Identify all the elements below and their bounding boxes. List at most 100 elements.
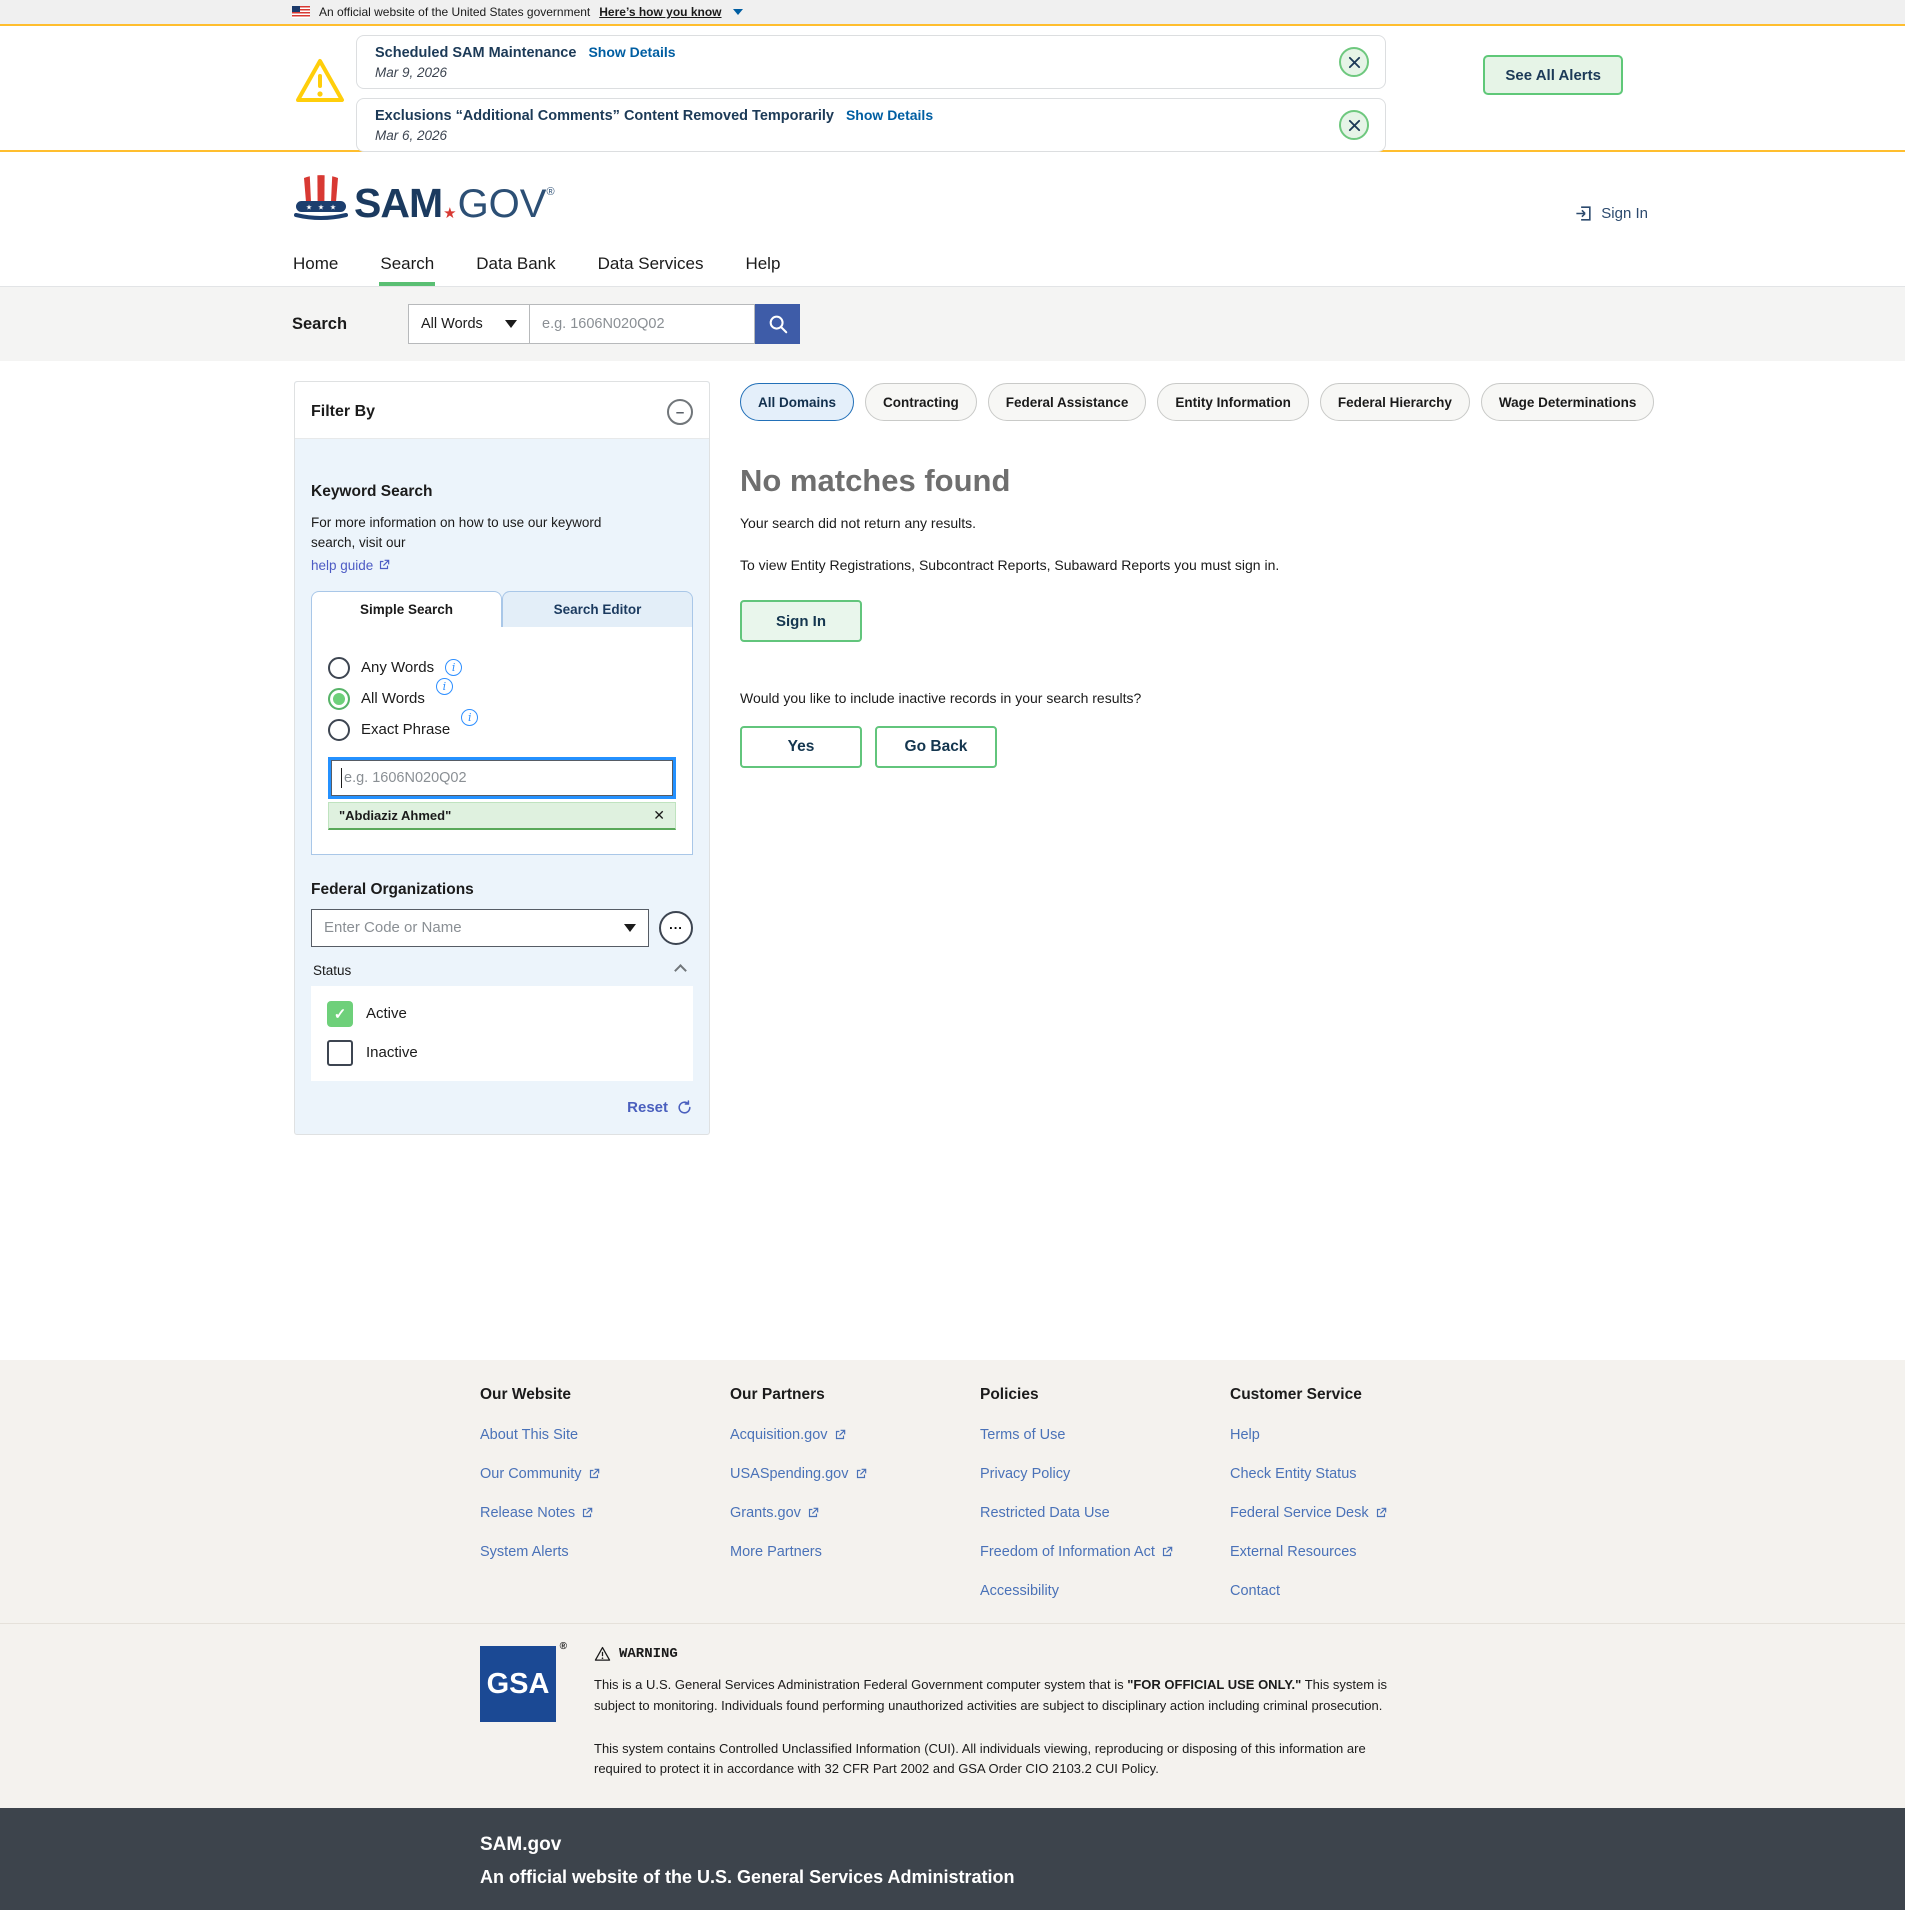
site-header: ★★★ SAM ★ GOV ® Sign In bbox=[0, 152, 1905, 245]
keyword-chip: "Abdiaziz Ahmed" ✕ bbox=[328, 802, 676, 830]
footer-link-label: Acquisition.gov bbox=[730, 1427, 828, 1443]
keyword-chip-label: "Abdiaziz Ahmed" bbox=[339, 808, 451, 823]
footer-link-usaspending-gov[interactable]: USASpending.gov bbox=[730, 1466, 980, 1482]
footer-link-more-partners[interactable]: More Partners bbox=[730, 1544, 980, 1560]
alert-close-button[interactable] bbox=[1339, 110, 1369, 140]
federal-orgs-more-button[interactable]: ... bbox=[659, 911, 693, 945]
domain-tab-entity-information[interactable]: Entity Information bbox=[1157, 383, 1309, 421]
domain-tab-federal-hierarchy[interactable]: Federal Hierarchy bbox=[1320, 383, 1470, 421]
alert-date: Mar 6, 2026 bbox=[375, 128, 1325, 143]
footer-warning-section: GSA ® WARNING This is a U.S. General Ser… bbox=[0, 1623, 1905, 1808]
simple-search-panel: Any WordsiAll WordsiExact Phrasei e.g. 1… bbox=[311, 627, 693, 855]
radio-row-exact-phrase: Exact Phrasei bbox=[328, 719, 676, 741]
footer-link-label: Grants.gov bbox=[730, 1505, 801, 1521]
footer-links: Our Website About This Site Our Community R… bbox=[0, 1360, 1905, 1623]
chip-remove-icon[interactable]: ✕ bbox=[653, 807, 665, 824]
nav-item-data-services[interactable]: Data Services bbox=[597, 245, 705, 286]
see-all-alerts-button[interactable]: See All Alerts bbox=[1483, 55, 1623, 95]
footer-link-label: Help bbox=[1230, 1427, 1260, 1443]
external-link-icon bbox=[1374, 1506, 1388, 1520]
domain-tab-federal-assistance[interactable]: Federal Assistance bbox=[988, 383, 1147, 421]
footer-column-policies: PoliciesTerms of UsePrivacy PolicyRestri… bbox=[980, 1376, 1230, 1599]
radio-label-all-words: All Words bbox=[361, 690, 425, 707]
warning-triangle-icon bbox=[294, 56, 346, 106]
nav-item-search[interactable]: Search bbox=[379, 245, 435, 286]
info-icon[interactable]: i bbox=[445, 659, 462, 676]
svg-text:★: ★ bbox=[330, 204, 336, 212]
gov-banner: An official website of the United States… bbox=[0, 0, 1905, 24]
info-icon[interactable]: i bbox=[436, 678, 453, 695]
help-guide-link[interactable]: help guide bbox=[311, 558, 391, 573]
footer-link-external-resources[interactable]: External Resources bbox=[1230, 1544, 1480, 1560]
footer-link-label: Privacy Policy bbox=[980, 1466, 1070, 1482]
footer-link-check-entity-status[interactable]: Check Entity Status bbox=[1230, 1466, 1480, 1482]
domain-tab-all-domains[interactable]: All Domains bbox=[740, 383, 854, 421]
radio-row-all-words: All Wordsi bbox=[328, 688, 676, 710]
alert-list: Scheduled SAM MaintenanceShow DetailsMar… bbox=[356, 35, 1386, 152]
how-you-know-link[interactable]: Here’s how you know bbox=[599, 5, 721, 19]
footer-link-privacy-policy[interactable]: Privacy Policy bbox=[980, 1466, 1230, 1482]
status-option-inactive: Inactive bbox=[327, 1040, 677, 1066]
footer-link-restricted-data-use[interactable]: Restricted Data Use bbox=[980, 1505, 1230, 1521]
alert-date: Mar 9, 2026 bbox=[375, 65, 1325, 80]
go-back-button[interactable]: Go Back bbox=[875, 726, 997, 768]
keyword-tabs: Simple SearchSearch Editor bbox=[311, 591, 693, 627]
chevron-up-icon[interactable] bbox=[674, 964, 687, 977]
footer-link-label: Terms of Use bbox=[980, 1427, 1065, 1443]
alert-close-button[interactable] bbox=[1339, 47, 1369, 77]
footer-link-our-community[interactable]: Our Community bbox=[480, 1466, 730, 1482]
gsa-logo: GSA ® bbox=[480, 1646, 556, 1722]
footer-link-contact[interactable]: Contact bbox=[1230, 1583, 1480, 1599]
svg-text:★: ★ bbox=[318, 204, 324, 212]
domain-tab-wage-determinations[interactable]: Wage Determinations bbox=[1481, 383, 1655, 421]
checkbox-inactive[interactable] bbox=[327, 1040, 353, 1066]
reset-filters-link[interactable]: Reset bbox=[311, 1099, 693, 1116]
collapse-filters-button[interactable]: – bbox=[667, 399, 693, 425]
footer-link-label: Our Community bbox=[480, 1466, 582, 1482]
search-submit-button[interactable] bbox=[755, 304, 800, 344]
external-link-icon bbox=[833, 1428, 847, 1442]
sam-gov-logo[interactable]: ★★★ SAM ★ GOV ® bbox=[292, 172, 555, 224]
keyword-input[interactable]: e.g. 1606N020Q02 bbox=[328, 757, 676, 799]
footer-link-acquisition-gov[interactable]: Acquisition.gov bbox=[730, 1427, 980, 1443]
keyword-input-placeholder: e.g. 1606N020Q02 bbox=[344, 770, 467, 786]
footer-link-federal-service-desk[interactable]: Federal Service Desk bbox=[1230, 1505, 1480, 1521]
tab-simple-search[interactable]: Simple Search bbox=[311, 591, 502, 627]
footer-link-release-notes[interactable]: Release Notes bbox=[480, 1505, 730, 1521]
radio-all-words[interactable] bbox=[328, 688, 350, 710]
sign-in-button[interactable]: Sign In bbox=[740, 600, 862, 642]
nav-item-home[interactable]: Home bbox=[292, 245, 339, 286]
fouo-bold-text: "FOR OFFICIAL USE ONLY." bbox=[1127, 1677, 1301, 1692]
footer-link-about-this-site[interactable]: About This Site bbox=[480, 1427, 730, 1443]
domain-tab-contracting[interactable]: Contracting bbox=[865, 383, 977, 421]
tab-search-editor[interactable]: Search Editor bbox=[502, 591, 693, 627]
footer-heading-our-website: Our Website bbox=[480, 1386, 730, 1404]
info-icon[interactable]: i bbox=[461, 709, 478, 726]
yes-button[interactable]: Yes bbox=[740, 726, 862, 768]
alert-card: Exclusions “Additional Comments” Content… bbox=[356, 98, 1386, 152]
checkbox-active[interactable]: ✓ bbox=[327, 1001, 353, 1027]
magnifier-icon bbox=[767, 313, 789, 335]
footer-link-terms-of-use[interactable]: Terms of Use bbox=[980, 1427, 1230, 1443]
sign-in-link[interactable]: Sign In bbox=[1574, 204, 1648, 223]
radio-exact-phrase[interactable] bbox=[328, 719, 350, 741]
global-search-input[interactable] bbox=[530, 304, 755, 344]
footer-link-system-alerts[interactable]: System Alerts bbox=[480, 1544, 730, 1560]
radio-any-words[interactable] bbox=[328, 657, 350, 679]
footer-link-grants-gov[interactable]: Grants.gov bbox=[730, 1505, 980, 1521]
footer-link-label: More Partners bbox=[730, 1544, 822, 1560]
alert-show-details-link[interactable]: Show Details bbox=[588, 44, 675, 60]
footer-link-accessibility[interactable]: Accessibility bbox=[980, 1583, 1230, 1599]
search-mode-value: All Words bbox=[421, 316, 483, 332]
nav-item-data-bank[interactable]: Data Bank bbox=[475, 245, 556, 286]
federal-orgs-combobox[interactable]: Enter Code or Name bbox=[311, 909, 649, 947]
footer-link-freedom-of-information-act[interactable]: Freedom of Information Act bbox=[980, 1544, 1230, 1560]
footer-link-help[interactable]: Help bbox=[1230, 1427, 1480, 1443]
footer-site-title: SAM.gov bbox=[480, 1834, 1905, 1856]
keyword-search-info: For more information on how to use our k… bbox=[311, 513, 629, 554]
search-mode-select[interactable]: All Words bbox=[408, 304, 530, 344]
nav-item-help[interactable]: Help bbox=[744, 245, 781, 286]
alert-show-details-link[interactable]: Show Details bbox=[846, 107, 933, 123]
warning-paragraph-1: This is a U.S. General Services Administ… bbox=[594, 1675, 1394, 1717]
footer-link-label: Accessibility bbox=[980, 1583, 1059, 1599]
